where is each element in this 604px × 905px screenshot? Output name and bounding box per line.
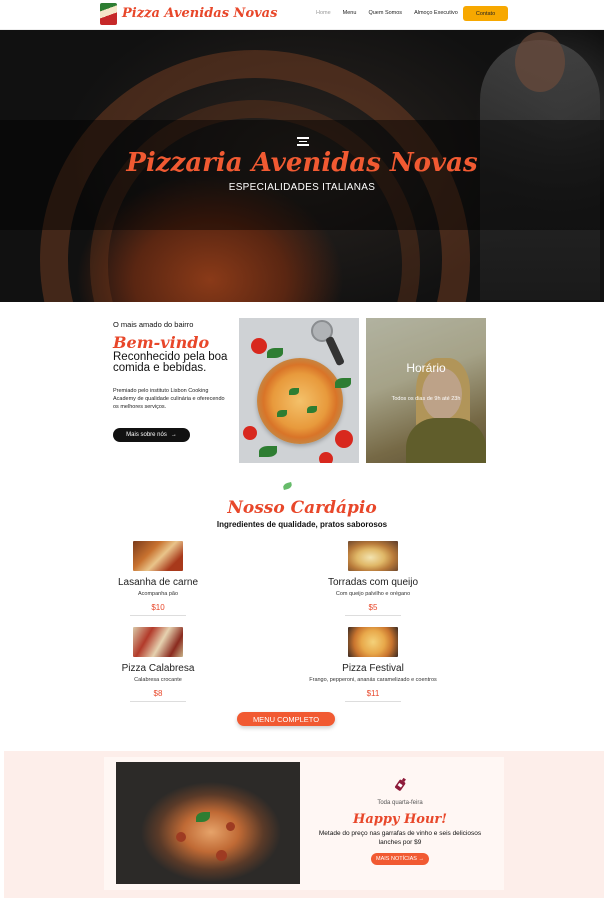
about-us-label: Mais sobre nós <box>126 432 167 438</box>
nav-link-about[interactable]: Quem Somos <box>368 10 402 16</box>
welcome-kicker: O mais amado do bairro <box>113 320 194 329</box>
festival-pizza-image <box>348 627 398 657</box>
nav-link-menu[interactable]: Menu <box>343 10 357 16</box>
menu-item[interactable]: Pizza Calabresa Calabresa crocante $8 <box>78 627 238 702</box>
arrow-right-icon: → <box>170 432 177 438</box>
basil-leaf-shape <box>277 410 287 417</box>
about-us-button[interactable]: Mais sobre nós → <box>113 428 190 442</box>
dish-name: Pizza Festival <box>342 663 404 674</box>
welcome-description: Premiado pelo instituto Lisbon Cooking A… <box>113 388 225 410</box>
menu-item[interactable]: Lasanha de carne Acompanha pão $10 <box>78 541 238 616</box>
hours-title: Horário <box>406 361 446 375</box>
welcome-title: Bem-vindo <box>113 333 210 352</box>
logo-image[interactable] <box>100 3 117 25</box>
dish-price: $10 <box>151 603 165 612</box>
navbar: Pizza Avenidas Novas Home Menu Quem Somo… <box>0 0 604 30</box>
dish-divider <box>130 615 186 616</box>
toast-image <box>348 541 398 571</box>
basil-leaf-shape <box>289 388 299 395</box>
tomato-shape <box>251 338 267 354</box>
leaf-icon <box>282 481 293 491</box>
contact-button[interactable]: Contato <box>463 6 508 21</box>
welcome-subtitle: Reconhecido pela boa comida e bebidas. <box>113 351 228 374</box>
hours-overlay <box>366 318 486 463</box>
tomato-shape <box>319 452 333 463</box>
pepperoni-shape <box>216 850 227 861</box>
full-menu-button[interactable]: MENU COMPLETO <box>237 712 335 726</box>
basil-leaf-shape <box>259 446 277 457</box>
lasagna-image <box>133 541 183 571</box>
menu-item[interactable]: Pizza Festival Frango, pepperoni, ananás… <box>293 627 453 702</box>
dish-name: Torradas com queijo <box>327 577 419 588</box>
nav-links: Home Menu Quem Somos Almoço Executivo <box>316 10 458 16</box>
happy-hour-text: Metade do preço nas garrafas de vinho e … <box>318 830 482 846</box>
pepperoni-shape <box>226 822 235 831</box>
basil-leaf-shape <box>307 406 317 413</box>
more-news-button[interactable]: MAIS NOTÍCIAS → <box>371 853 429 865</box>
tomato-shape <box>335 430 353 448</box>
dish-divider <box>345 615 401 616</box>
pepperoni-shape <box>176 832 186 842</box>
nav-link-home[interactable]: Home <box>316 10 331 16</box>
happy-hour-kicker: Toda quarta-feira <box>377 800 423 806</box>
basil-leaf-shape <box>267 348 283 358</box>
dish-price: $8 <box>153 689 163 698</box>
menu-title: Nosso Cardápio <box>227 498 377 518</box>
menu-item[interactable]: Torradas com queijo Com queijo palvilho … <box>293 541 453 616</box>
happy-hour-title: Happy Hour! <box>353 812 447 827</box>
hero-menu-icon <box>297 137 309 148</box>
dish-description: Com queijo palvilho e orégano <box>335 591 411 597</box>
hours-text: Todos os dias de 9h até 23h <box>391 396 461 402</box>
dish-description: Frango, pepperoni, ananás caramelizado e… <box>309 677 437 683</box>
wine-bottle-icon <box>394 777 406 791</box>
dish-name: Pizza Calabresa <box>121 663 195 674</box>
pizza-cutter-handle <box>325 335 345 367</box>
hero-subtitle: ESPECIALIDADES ITALIANAS <box>228 182 376 193</box>
dish-name: Lasanha de carne <box>117 577 199 588</box>
dish-price: $5 <box>368 603 378 612</box>
pizza-image <box>257 358 343 444</box>
hero-title: Pizzaria Avenidas Novas <box>126 148 478 178</box>
dish-divider <box>130 701 186 702</box>
dish-price: $11 <box>366 689 380 698</box>
hero-chef-head <box>515 32 565 92</box>
calabresa-image <box>133 627 183 657</box>
pizza-photo <box>239 318 359 463</box>
menu-subtitle: Ingredientes de qualidade, pratos saboro… <box>216 520 388 529</box>
dish-description: Calabresa crocante <box>134 677 182 683</box>
happy-hour-pizza-image <box>116 762 300 884</box>
brand-name[interactable]: Pizza Avenidas Novas <box>122 6 277 21</box>
basil-leaf-shape <box>196 812 210 822</box>
dish-divider <box>345 701 401 702</box>
hours-card: Horário Todos os dias de 9h até 23h <box>366 318 486 463</box>
nav-link-lunch[interactable]: Almoço Executivo <box>414 10 458 16</box>
dish-description: Acompanha pão <box>137 591 179 597</box>
tomato-shape <box>243 426 257 440</box>
basil-leaf-shape <box>335 378 351 388</box>
